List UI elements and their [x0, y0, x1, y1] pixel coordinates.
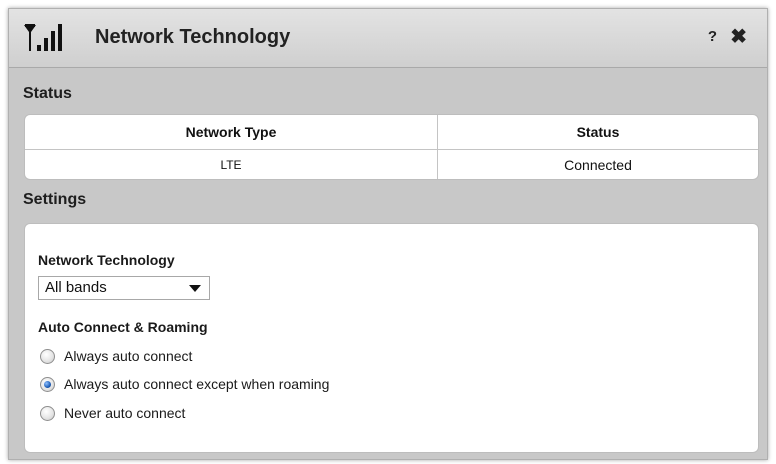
status-section-title: Status — [23, 85, 72, 102]
network-type-cell: LTE — [25, 149, 438, 179]
radio-button[interactable] — [40, 406, 55, 421]
column-header-network-type: Network Type — [25, 115, 438, 150]
column-header-status: Status — [437, 115, 758, 150]
network-technology-label: Network Technology — [38, 252, 175, 268]
auto-connect-label: Auto Connect & Roaming — [38, 319, 208, 335]
settings-section-title: Settings — [23, 191, 87, 208]
status-table-header: Network Type Status — [25, 115, 758, 150]
help-button[interactable]: ? — [708, 28, 717, 45]
chevron-down-icon[interactable] — [189, 285, 201, 292]
dialog-title: Network Technology — [95, 26, 291, 48]
status-table: Network Type Status LTE Connected — [24, 114, 759, 180]
network-technology-dialog: Network Technology ? ✖ Status Network Ty… — [8, 8, 768, 460]
table-row: LTE Connected — [25, 149, 758, 179]
radio-label: Never auto connect — [64, 405, 186, 421]
signal-bars-icon — [24, 24, 62, 51]
radio-label: Always auto connect — [64, 348, 193, 364]
status-cell: Connected — [564, 156, 632, 173]
network-technology-select-value: All bands — [45, 279, 107, 296]
settings-panel: Network Technology All bands Auto Connec… — [24, 223, 759, 453]
dialog-titlebar: Network Technology ? ✖ — [9, 9, 767, 68]
network-technology-select[interactable]: All bands — [38, 276, 210, 300]
radio-label: Always auto connect except when roaming — [64, 376, 330, 392]
close-button[interactable]: ✖ — [730, 24, 747, 49]
radio-button-checked[interactable] — [40, 377, 55, 392]
radio-button[interactable] — [40, 349, 55, 364]
